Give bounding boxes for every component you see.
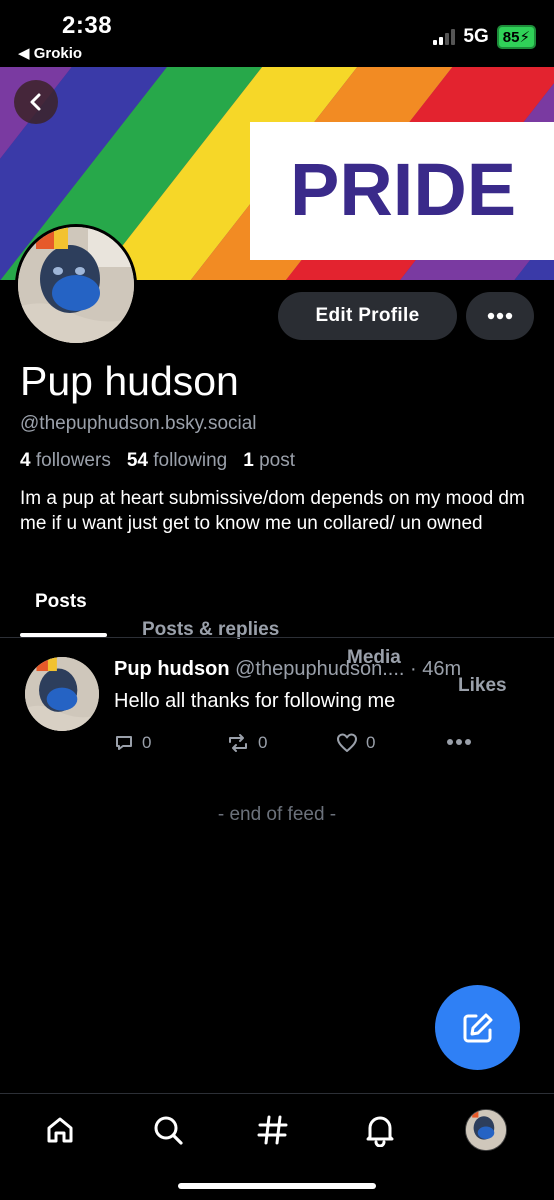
nav-profile[interactable] [464, 1108, 508, 1152]
compose-button[interactable] [435, 985, 520, 1070]
display-name: Pup hudson [20, 358, 239, 404]
more-options-button[interactable] [466, 292, 534, 340]
profile-stats: 4 followers 54 following 1 post [20, 450, 295, 472]
profile-bio: Im a pup at heart submissive/dom depends… [20, 488, 525, 534]
edit-profile-button[interactable]: Edit Profile [278, 292, 457, 340]
post-author-name[interactable]: Pup hudson [114, 658, 230, 680]
post-text: Hello all thanks for following me [114, 690, 396, 712]
end-of-feed-label: - end of feed - [217, 804, 337, 825]
repost-button[interactable]: 0 [226, 733, 267, 753]
heart-icon [337, 733, 357, 752]
avatar [465, 1109, 507, 1151]
tabs-divider [0, 637, 554, 638]
reply-count: 0 [142, 733, 152, 752]
status-back-link[interactable]: ◀ Grokio [18, 44, 82, 62]
nav-search[interactable] [146, 1108, 190, 1152]
compose-icon [463, 1013, 492, 1042]
ellipsis-icon [447, 739, 471, 745]
bell-icon [366, 1116, 394, 1147]
battery-icon: 85⚡ [496, 25, 536, 49]
avatar-image [18, 227, 134, 343]
avatar-image [466, 1110, 506, 1150]
nav-feeds[interactable] [251, 1108, 295, 1152]
post-author-handle: @thepuphudson.... [235, 658, 405, 680]
bottom-nav-divider [0, 1093, 554, 1094]
nav-home[interactable] [38, 1108, 82, 1152]
tab-posts[interactable]: Posts [35, 585, 554, 613]
avatar-image [25, 657, 99, 731]
repost-icon [229, 734, 247, 752]
post-actions: 0 0 0 [114, 733, 474, 755]
following-stat[interactable]: 54 following [127, 450, 227, 472]
repost-count: 0 [258, 733, 268, 752]
bottom-nav [0, 1100, 554, 1160]
post-header: Pup hudson @thepuphudson.... · 46m [114, 658, 461, 681]
like-button[interactable]: 0 [336, 733, 375, 753]
post-author-avatar[interactable] [25, 657, 99, 731]
reply-button[interactable]: 0 [114, 733, 151, 753]
search-icon [154, 1116, 183, 1145]
posts-stat: 1 post [243, 450, 295, 471]
reply-icon [116, 736, 132, 750]
home-indicator [178, 1183, 376, 1189]
network-label: 5G [463, 26, 489, 47]
like-count: 0 [366, 733, 376, 752]
ellipsis-icon [487, 312, 513, 320]
banner-text: PRIDE [290, 148, 516, 231]
status-back-app: Grokio [33, 45, 83, 62]
profile-avatar[interactable] [15, 224, 137, 346]
followers-stat[interactable]: 4 followers [20, 450, 111, 472]
nav-notifications[interactable] [358, 1108, 402, 1152]
profile-handle: @thepuphudson.bsky.social [20, 413, 257, 434]
post-more-button[interactable] [446, 738, 472, 746]
back-button[interactable] [14, 80, 58, 124]
status-time: 2:38 [62, 12, 113, 39]
chevron-left-icon [30, 93, 41, 111]
hashtag-icon [257, 1115, 288, 1145]
tab-likes[interactable]: Likes [458, 669, 554, 697]
status-indicators: 5G 85⚡ [433, 25, 536, 49]
signal-icon [433, 29, 456, 45]
home-icon [47, 1117, 73, 1143]
post-timestamp: · 46m [410, 658, 462, 680]
